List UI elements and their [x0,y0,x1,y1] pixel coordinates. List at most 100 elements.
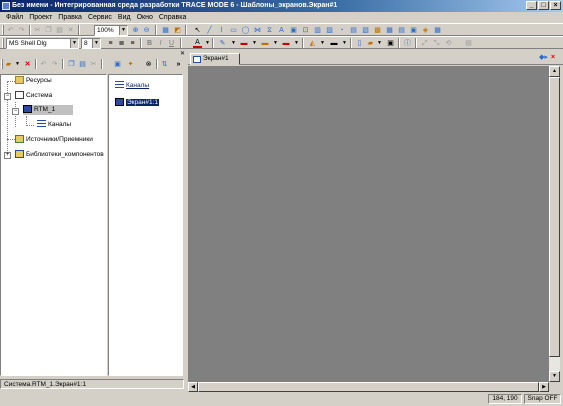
tree-item-sources-sinks[interactable]: Источники/Приемники [15,135,93,145]
table-icon[interactable]: ▦ [385,26,394,35]
scroll-down-icon[interactable]: ▼ [549,371,560,382]
horizontal-scroll-thumb[interactable] [198,382,539,392]
font-name-select[interactable]: MS Shell Dlg ▼ [6,38,79,49]
report-icon[interactable]: ▣ [409,26,418,35]
scroll-left-icon[interactable]: ◀ [188,382,198,392]
close-document-button[interactable]: × [551,53,555,62]
toolbar-grip[interactable] [2,25,4,35]
pipe-icon[interactable]: ⋈ [253,26,262,35]
toolbar-grip[interactable] [1,59,3,69]
menu-edit[interactable]: Правка [55,12,85,23]
chevron-down-icon[interactable]: ▼ [292,39,301,48]
bold-button[interactable]: B [145,39,154,48]
zoom-out-icon[interactable]: ⊖ [142,26,151,35]
chevron-down-icon[interactable]: ▼ [318,39,327,48]
back-icon[interactable]: ↶ [39,60,48,69]
tree-item-channels[interactable]: Каналы [37,120,71,130]
gauge-icon[interactable]: ◔ [337,26,346,35]
menu-service[interactable]: Сервис [85,12,115,23]
object-icon[interactable]: ▦ [433,26,442,35]
fill-bucket-icon[interactable]: ◭ [308,39,317,48]
pointer-icon[interactable]: ↖ [193,26,202,35]
save-icon[interactable]: ▣ [386,39,395,48]
menu-window[interactable]: Окно [134,12,156,23]
text-color-icon[interactable]: A [193,39,202,48]
tree-item-rtm1[interactable]: RTM_1 [23,105,74,115]
sort-icon[interactable]: ⇅ [160,60,169,69]
grid-icon[interactable]: ▦ [161,26,170,35]
ellipse-icon[interactable]: ◯ [241,26,250,35]
line-style-icon[interactable]: ▬ [259,39,271,48]
slider-icon[interactable]: ▤ [349,26,358,35]
font-size-select[interactable]: 8 ▼ [81,38,101,49]
new-file-icon[interactable]: ▯ [355,39,364,48]
undo-icon[interactable]: ↶ [6,26,15,35]
print-icon[interactable]: ▤ [464,39,473,48]
tab-nav-arrows[interactable]: ◆▸ [539,53,548,62]
list-item-screen[interactable]: Экран#1:1 [115,98,159,108]
group-icon[interactable]: ⤡ [432,39,441,48]
rectangle-icon[interactable]: ▭ [229,26,238,35]
line-color-icon[interactable]: ▬ [238,39,250,48]
horizontal-scrollbar[interactable]: ◀ ▶ [188,382,549,392]
tree-item-system[interactable]: Система [15,91,52,101]
delete-icon[interactable]: ✕ [66,26,75,35]
snap-status[interactable]: Snap OFF [524,394,561,404]
paste-icon[interactable]: ▤ [78,60,87,69]
chevron-down-icon[interactable]: ▼ [70,39,78,48]
chart-icon[interactable]: ▩ [373,26,382,35]
chevron-down-icon[interactable]: ▼ [13,60,22,69]
align-right-icon[interactable]: ≡ [128,39,137,48]
line-icon[interactable]: ╱ [205,26,214,35]
scroll-right-icon[interactable]: ▶ [539,382,549,392]
chevron-down-icon[interactable]: ▼ [119,26,127,35]
italic-button[interactable]: I [156,39,165,48]
menu-project[interactable]: Проект [26,12,55,23]
screen-editor-canvas[interactable] [188,66,549,382]
chevron-down-icon[interactable]: ▼ [229,39,238,48]
chevron-down-icon[interactable]: ▼ [340,39,349,48]
chevron-down-icon[interactable]: ▼ [250,39,259,48]
list-item-channels[interactable]: Каналы [115,81,149,91]
polyline-icon[interactable]: ⌇ [217,26,226,35]
find-icon[interactable]: ⊗ [144,60,153,69]
snap-icon[interactable]: ◩ [173,26,182,35]
open-folder-icon[interactable]: ▰ [366,39,375,48]
line-width-icon[interactable]: ▬ [280,39,292,48]
vertical-scrollbar[interactable]: ▲ ▼ [549,66,560,382]
vertical-scroll-thumb[interactable] [549,77,560,357]
menu-file[interactable]: Файл [3,12,26,23]
bar-icon[interactable]: ▥ [313,26,322,35]
redo-icon[interactable]: ↷ [17,26,26,35]
cut-icon[interactable]: ✂ [33,26,42,35]
tree-item-component-libraries[interactable]: Библиотеки_компонентов [15,150,104,160]
toolbar-grip[interactable] [2,38,4,48]
event-icon[interactable]: ▤ [397,26,406,35]
valve-icon[interactable]: ⧖ [265,26,274,35]
copy-icon[interactable]: ❐ [67,60,76,69]
collapse-toggle[interactable]: − [12,108,19,115]
video-icon[interactable]: ◈ [421,26,430,35]
new-object-icon[interactable]: ✦ [126,60,135,69]
chevron-down-icon[interactable]: ▼ [375,39,384,48]
underline-button[interactable]: U [167,39,176,48]
close-window-button[interactable]: × [550,1,561,10]
ok-button-icon[interactable]: ⊡ [301,26,310,35]
properties-icon[interactable]: ▣ [113,60,122,69]
more-tools-icon[interactable]: » [174,60,183,69]
align-center-icon[interactable]: ≣ [117,39,126,48]
ungroup-icon[interactable]: ⟲ [444,39,453,48]
fill-color-icon[interactable]: ▬ [328,39,340,48]
zoom-in-icon[interactable]: ⊕ [131,26,140,35]
paste-icon[interactable]: ▤ [55,26,64,35]
chevron-down-icon[interactable]: ▼ [203,39,212,48]
arrange-icon[interactable]: ⤢ [420,39,429,48]
zoom-select[interactable]: 100% ▼ [94,25,128,36]
scroll-up-icon[interactable]: ▲ [549,66,560,77]
tab-screen1[interactable]: Экран#1 [190,53,240,65]
trend-icon[interactable]: ▨ [325,26,334,35]
forward-icon[interactable]: ↷ [50,60,59,69]
tree-item-resources[interactable]: Ресурсы [15,76,52,86]
folder-icon[interactable]: ▰ [4,60,13,69]
chevron-down-icon[interactable]: ▼ [271,39,280,48]
